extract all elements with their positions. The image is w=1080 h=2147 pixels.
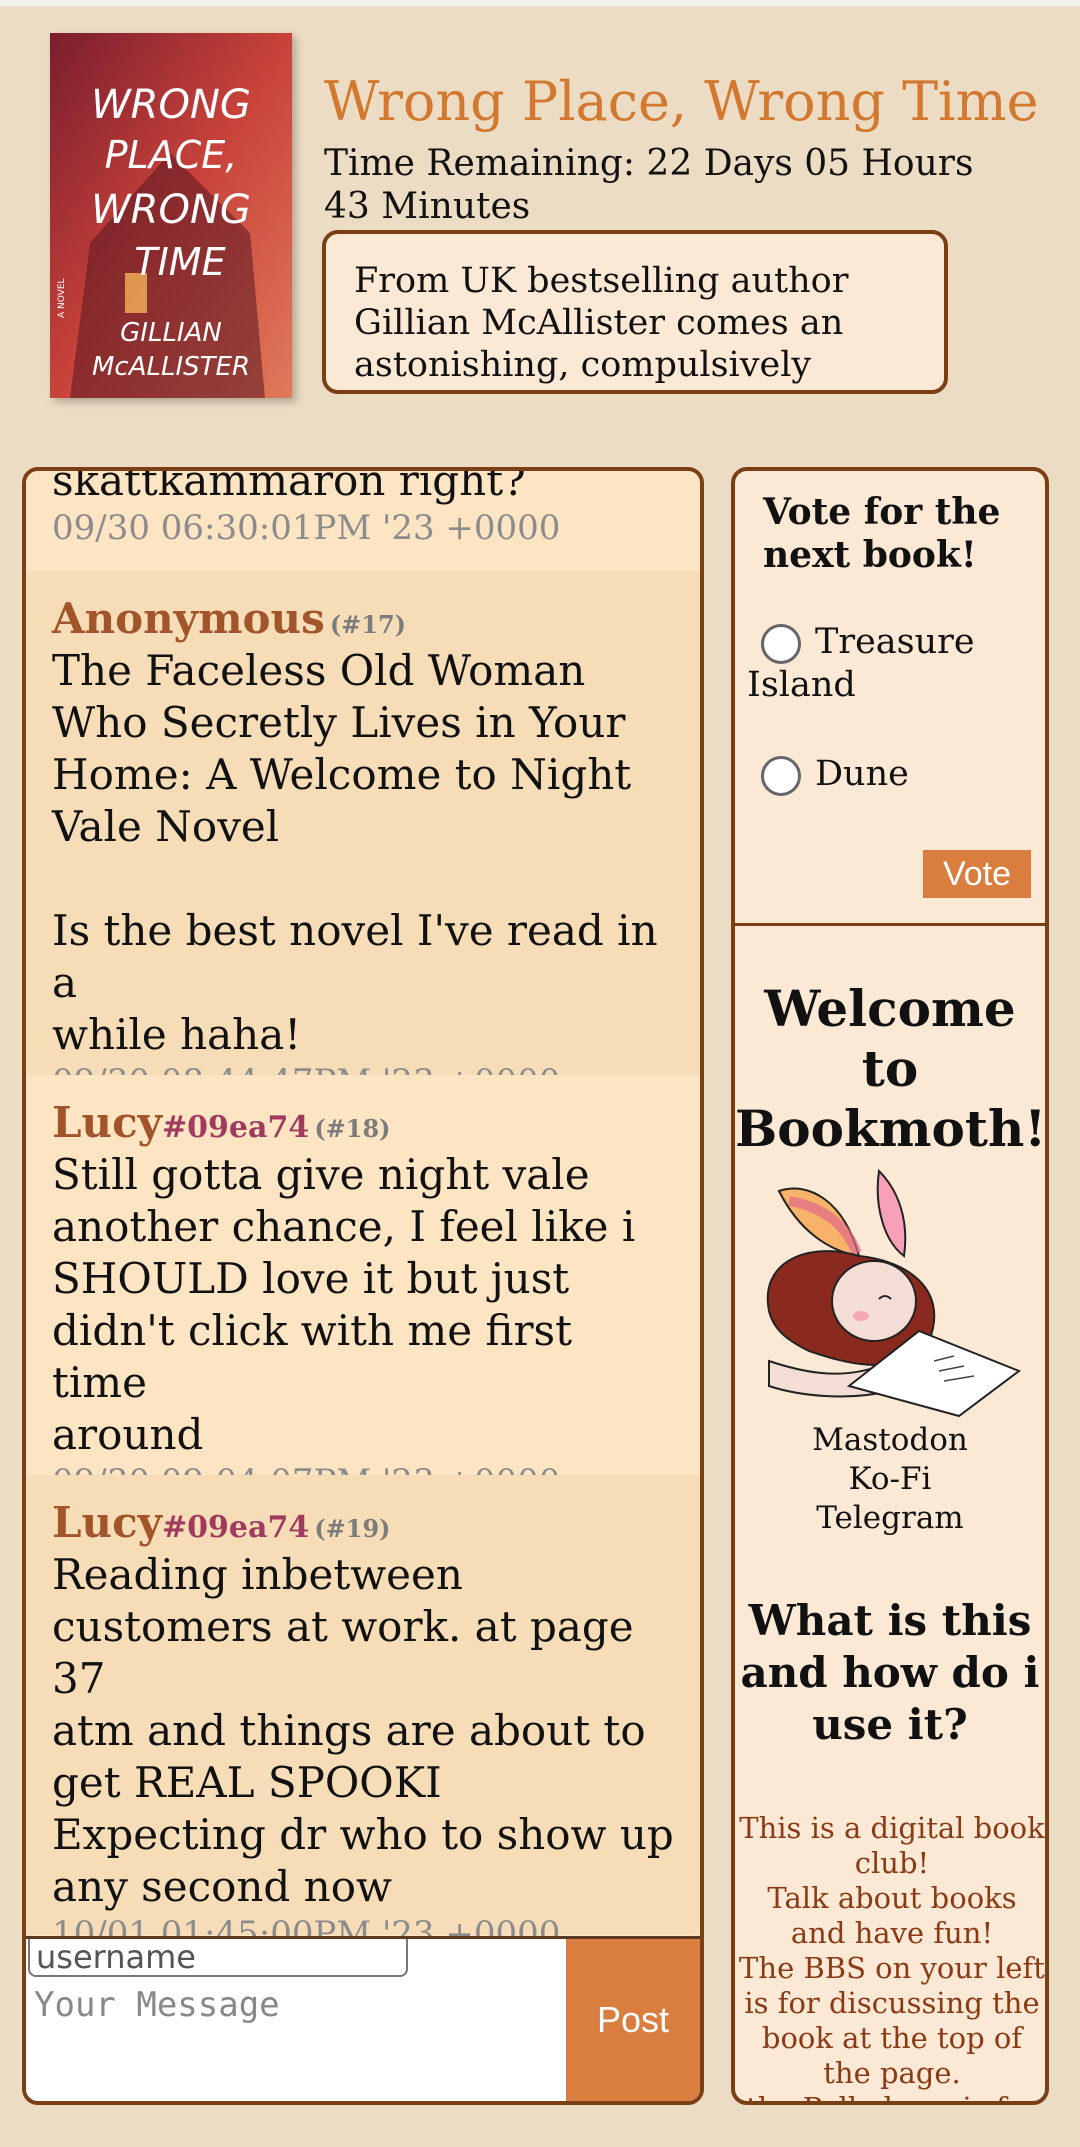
post: Anonymous (#17) The Faceless Old Woman W… bbox=[26, 571, 700, 1102]
cover-title-line3: WRONG bbox=[91, 187, 251, 233]
vote-option-treasure-island[interactable]: Treasure Island bbox=[747, 621, 1037, 706]
post-message: skattkammaron right? bbox=[52, 471, 526, 505]
post-author: Lucy bbox=[52, 1498, 163, 1547]
message-board[interactable]: skattkammaron right? 09/30 06:30:01PM '2… bbox=[22, 467, 704, 2105]
post-number: (#18) bbox=[314, 1114, 391, 1143]
post-tripcode: #09ea74 bbox=[162, 1510, 310, 1545]
divider bbox=[735, 923, 1045, 926]
radio-button[interactable] bbox=[761, 623, 801, 664]
post-author: Anonymous bbox=[52, 594, 325, 643]
vote-title: Vote for the next book! bbox=[763, 491, 1001, 576]
link-mastodon[interactable]: Mastodon bbox=[735, 1421, 1045, 1460]
cover-author-line1: GILLIAN bbox=[120, 318, 222, 348]
cover-title-line1: WRONG bbox=[91, 82, 251, 128]
post-message: Still gotta give night vale another chan… bbox=[52, 1150, 636, 1459]
message-input[interactable]: Your Message bbox=[28, 1983, 580, 2093]
post-tripcode: #09ea74 bbox=[162, 1110, 310, 1145]
cover-author-line2: McALLISTER bbox=[92, 352, 250, 382]
bookmoth-mascot-image bbox=[749, 1161, 1033, 1431]
link-kofi[interactable]: Ko-Fi bbox=[735, 1460, 1045, 1499]
book-description-text: From UK bestselling author Gillian McAll… bbox=[354, 261, 849, 390]
post-author: Lucy bbox=[52, 1098, 163, 1147]
cover-title-line4: TIME bbox=[134, 240, 225, 284]
cover-tag: A NOVEL bbox=[57, 278, 67, 318]
radio-button[interactable] bbox=[761, 755, 801, 796]
post-message: Reading inbetween customers at work. at … bbox=[52, 1550, 674, 1911]
cover-title-line2: PLACE, bbox=[105, 133, 238, 177]
post: Lucy#09ea74 (#18) Still gotta give night… bbox=[26, 1075, 700, 1502]
vote-button[interactable]: Vote bbox=[923, 850, 1031, 898]
book-title: Wrong Place, Wrong Time bbox=[324, 70, 1039, 133]
vote-option-dune[interactable]: Dune bbox=[747, 753, 1037, 796]
post-list[interactable]: skattkammaron right? 09/30 06:30:01PM '2… bbox=[26, 471, 700, 1941]
post-message: The Faceless Old Woman Who Secretly Live… bbox=[52, 646, 658, 1059]
post-button[interactable]: Post bbox=[566, 1939, 700, 2101]
post: skattkammaron right? 09/30 06:30:01PM '2… bbox=[26, 471, 700, 571]
top-strip bbox=[0, 0, 1080, 6]
vote-option-label: Dune bbox=[815, 754, 909, 794]
post-composer: username Your Message Post bbox=[26, 1936, 700, 2101]
post-timestamp: 09/30 06:30:01PM '23 +0000 bbox=[52, 508, 561, 548]
sidebar[interactable]: Vote for the next book! Treasure Island … bbox=[731, 467, 1049, 2105]
post: Lucy#09ea74 (#19) Reading inbetween cust… bbox=[26, 1475, 700, 1941]
howto-heading: What is this and how do i use it? bbox=[740, 1596, 1040, 1749]
book-description[interactable]: From UK bestselling author Gillian McAll… bbox=[322, 230, 948, 394]
post-number: (#17) bbox=[329, 610, 407, 639]
post-number: (#19) bbox=[314, 1514, 391, 1543]
time-remaining: Time Remaining: 22 Days 05 Hours 43 Minu… bbox=[324, 143, 974, 227]
book-cover-image: WRONG PLACE, WRONG TIME A NOVEL GILLIAN … bbox=[50, 33, 292, 398]
link-telegram[interactable]: Telegram bbox=[735, 1499, 1045, 1538]
username-input[interactable]: username bbox=[28, 1939, 408, 1977]
about-text: This is a digital book club! Talk about … bbox=[739, 1811, 1045, 2101]
social-links: Mastodon Ko-Fi Telegram bbox=[735, 1421, 1045, 1538]
welcome-heading: Welcome to Bookmoth! bbox=[735, 979, 1047, 1158]
